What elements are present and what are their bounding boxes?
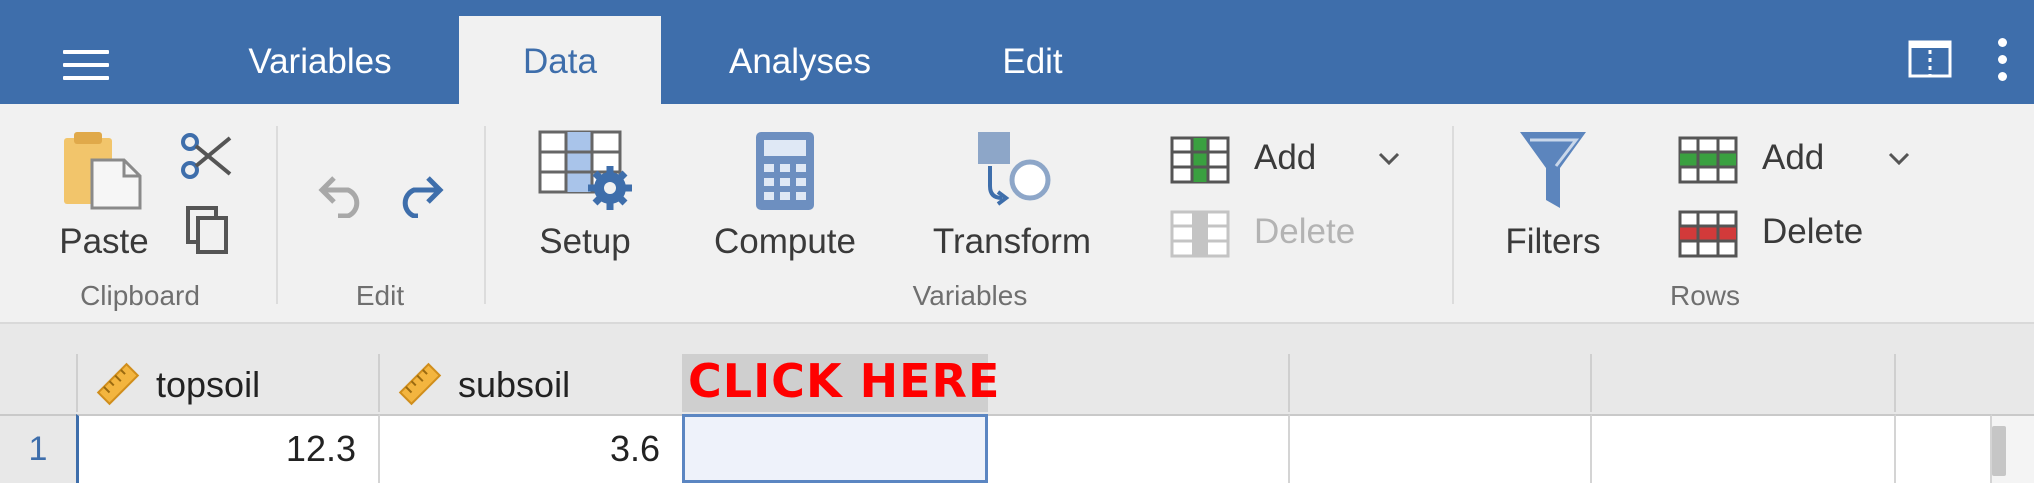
ribbon-toolbar: Paste Clipboard Edit Setup Compute Trans…: [0, 104, 2034, 324]
clipboard-group-label: Clipboard: [80, 280, 200, 311]
column-header-empty[interactable]: [1896, 354, 2034, 412]
ruler-icon: [398, 362, 442, 406]
row-number[interactable]: 1: [0, 414, 76, 483]
table-cell[interactable]: 12.3: [76, 414, 380, 483]
column-header-empty[interactable]: [988, 354, 1290, 412]
delete-variable-icon[interactable]: [1170, 210, 1230, 258]
tab-variables[interactable]: Variables: [210, 16, 430, 104]
vertical-scrollbar[interactable]: [1992, 414, 2034, 483]
hamburger-menu-icon[interactable]: [63, 50, 109, 80]
edit-group-label: Edit: [355, 280, 405, 311]
calculator-icon[interactable]: [756, 132, 814, 210]
redo-icon[interactable]: [394, 172, 444, 218]
chevron-down-icon[interactable]: [1378, 152, 1400, 166]
more-options-icon[interactable]: [1996, 38, 2008, 82]
setup-icon[interactable]: [538, 130, 636, 212]
transform-button[interactable]: Transform: [912, 222, 1112, 262]
add-row-button[interactable]: Add: [1762, 138, 1824, 178]
jamovi-window: Variables Data Analyses Edit Paste Clipb…: [0, 0, 2034, 483]
column-header-topsoil[interactable]: topsoil: [78, 354, 380, 412]
paste-icon[interactable]: [62, 130, 144, 210]
column-name: topsoil: [156, 364, 261, 405]
transform-icon[interactable]: [976, 130, 1052, 214]
add-row-icon[interactable]: [1678, 136, 1738, 184]
top-menu-bar: Variables Data Analyses Edit: [0, 0, 2034, 104]
spreadsheet: topsoil subsoil 1 12.3 3.6 CLICK HERE: [0, 324, 2034, 483]
column-name: subsoil: [458, 364, 571, 405]
scrollbar-thumb[interactable]: [1992, 426, 2006, 476]
row-header-corner: [0, 354, 78, 412]
variables-group-label: Variables: [912, 280, 1028, 311]
tab-analyses[interactable]: Analyses: [700, 16, 900, 104]
table-cell[interactable]: [988, 414, 1290, 483]
divider: [276, 126, 278, 304]
selected-cell[interactable]: [682, 414, 988, 483]
delete-variable-button[interactable]: Delete: [1254, 212, 1355, 252]
table-cell[interactable]: [1896, 414, 1992, 483]
undo-icon[interactable]: [318, 172, 368, 218]
column-header-empty[interactable]: [1592, 354, 1896, 412]
setup-button[interactable]: Setup: [520, 222, 650, 262]
table-cell[interactable]: [1592, 414, 1896, 483]
compute-button[interactable]: Compute: [700, 222, 870, 262]
delete-row-icon[interactable]: [1678, 210, 1738, 258]
paste-button[interactable]: Paste: [44, 222, 164, 262]
delete-row-button[interactable]: Delete: [1762, 212, 1863, 252]
filters-button[interactable]: Filters: [1490, 222, 1616, 262]
cut-icon[interactable]: [180, 130, 234, 182]
chevron-down-icon[interactable]: [1888, 152, 1910, 166]
column-header-empty[interactable]: [1290, 354, 1592, 412]
divider: [484, 126, 486, 304]
split-view-icon[interactable]: [1908, 40, 1952, 78]
click-here-annotation: CLICK HERE: [688, 354, 1001, 408]
divider: [1452, 126, 1454, 304]
tab-data[interactable]: Data: [459, 16, 661, 104]
table-cell[interactable]: [1290, 414, 1592, 483]
filter-icon[interactable]: [1518, 130, 1588, 210]
tab-edit[interactable]: Edit: [960, 16, 1105, 104]
add-variable-button[interactable]: Add: [1254, 138, 1316, 178]
copy-icon[interactable]: [186, 206, 230, 256]
table-cell[interactable]: 3.6: [380, 414, 684, 483]
add-variable-icon[interactable]: [1170, 136, 1230, 184]
rows-group-label: Rows: [1669, 280, 1740, 311]
column-header-subsoil[interactable]: subsoil: [380, 354, 684, 412]
ruler-icon: [96, 362, 140, 406]
